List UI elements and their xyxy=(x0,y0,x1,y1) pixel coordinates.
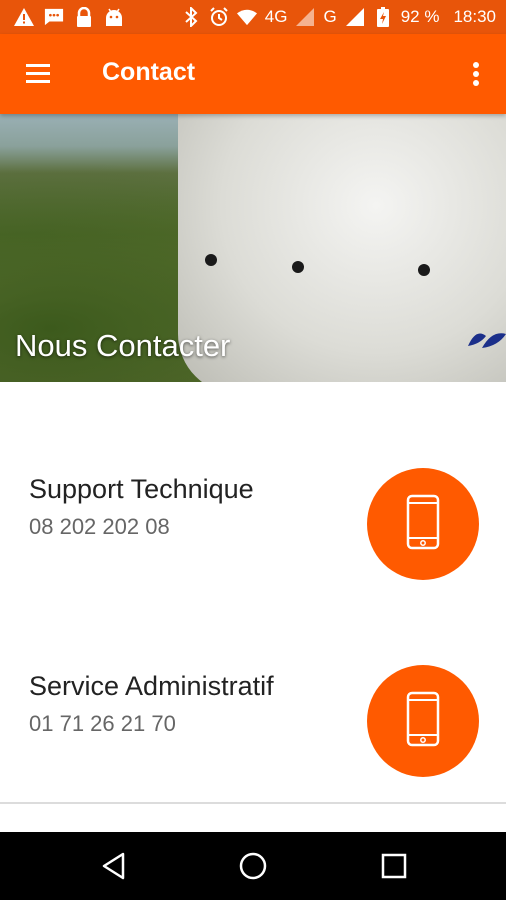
brand-logo-mark xyxy=(462,326,506,350)
contact-name: Service Administratif xyxy=(29,671,274,701)
hero-banner: Nous Contacter xyxy=(0,114,506,382)
hamburger-menu-icon[interactable] xyxy=(22,56,58,92)
warning-icon xyxy=(14,7,34,27)
bluetooth-icon xyxy=(181,7,201,27)
home-icon[interactable] xyxy=(237,850,269,882)
network-type-4g: 4G xyxy=(264,7,288,26)
wifi-icon xyxy=(236,7,257,27)
more-vert-icon[interactable] xyxy=(464,56,488,92)
dome-rivet xyxy=(292,261,304,273)
android-icon xyxy=(104,7,124,27)
hero-heading: Nous Contacter xyxy=(15,328,231,363)
contact-service-administratif: Service Administratif 01 71 26 21 70 xyxy=(0,665,506,811)
battery-icon xyxy=(373,7,393,27)
network-type-g: G xyxy=(323,7,337,26)
dome-rivet xyxy=(205,254,217,266)
contact-support-technique: Support Technique 08 202 202 08 xyxy=(0,468,506,614)
contact-phone[interactable]: 08 202 202 08 xyxy=(29,514,170,540)
contact-phone[interactable]: 01 71 26 21 70 xyxy=(29,711,176,737)
message-icon xyxy=(44,7,64,27)
app-bar: Contact xyxy=(0,34,506,114)
smartphone-icon xyxy=(406,494,440,555)
back-icon[interactable] xyxy=(98,850,130,882)
clock: 18:30 xyxy=(453,7,496,26)
system-nav-bar xyxy=(0,832,506,900)
signal-icon xyxy=(295,7,315,27)
status-bar: 4G G 92 % 18:30 xyxy=(0,0,506,34)
list-divider xyxy=(0,802,506,804)
smartphone-icon xyxy=(406,691,440,752)
contact-name: Support Technique xyxy=(29,474,254,504)
lock-icon xyxy=(74,7,94,27)
signal-icon xyxy=(345,7,365,27)
page-title: Contact xyxy=(102,58,196,86)
call-service-administratif-button[interactable] xyxy=(367,665,479,777)
alarm-icon xyxy=(209,7,229,27)
battery-level: 92 % xyxy=(400,7,440,26)
recents-icon[interactable] xyxy=(378,850,410,882)
call-support-technique-button[interactable] xyxy=(367,468,479,580)
dome-rivet xyxy=(418,264,430,276)
